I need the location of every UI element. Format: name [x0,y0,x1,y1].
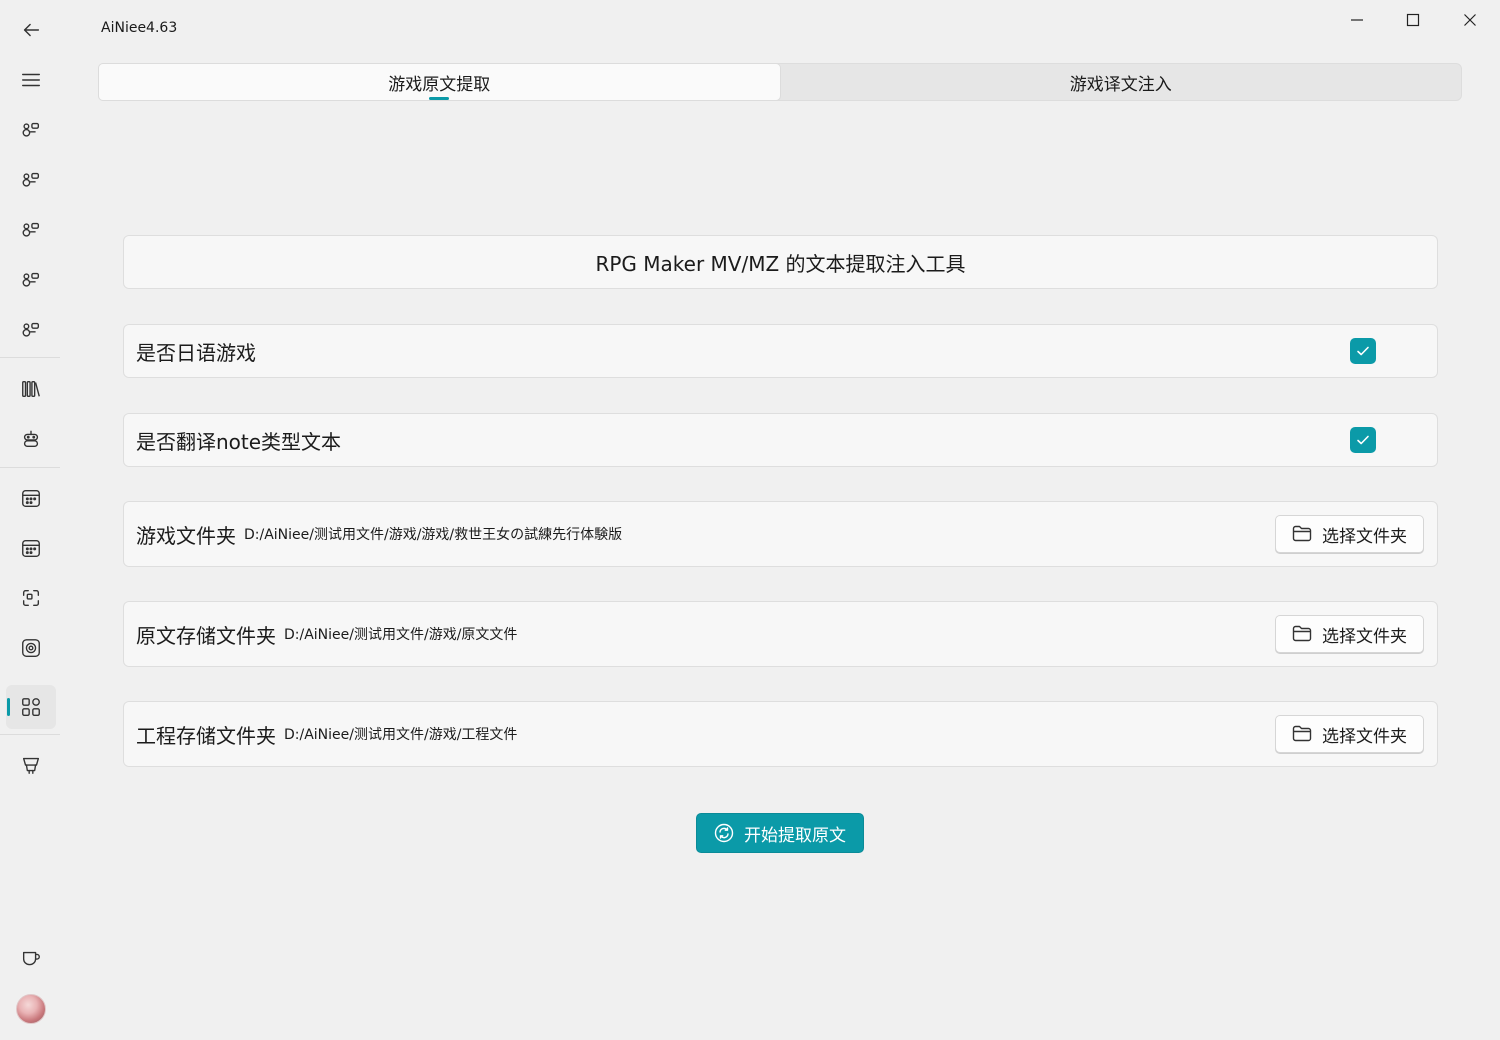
minimize-icon [1351,19,1363,21]
library-icon [22,380,40,398]
japanese-game-checkbox[interactable] [1350,338,1376,364]
back-button[interactable] [6,8,56,52]
api-icon [22,322,40,337]
sidebar-item-calendar-2[interactable] [6,526,56,570]
app-window: AiNiee4.63 游戏原文提取 游戏译文注入 RPG Maker MV/MZ… [0,0,1500,1040]
option-japanese-game: 是否日语游戏 [123,324,1438,378]
sidebar-item-scan[interactable] [6,576,56,620]
sidebar-item-robot[interactable] [6,417,56,461]
plugin-icon [22,757,40,774]
tab-bar: 游戏原文提取 游戏译文注入 [98,63,1462,101]
api-icon [22,172,40,187]
tab-label: 游戏原文提取 [388,74,491,95]
start-extract-button[interactable]: 开始提取原文 [696,813,864,853]
minimize-button[interactable] [1334,4,1380,36]
sync-icon [714,823,734,843]
folder-icon [1292,725,1312,742]
sidebar-divider [0,467,60,468]
sidebar-item-api-4[interactable] [6,258,56,302]
option-label: 是否翻译note类型文本 [136,429,342,454]
button-label: 选择文件夹 [1322,526,1407,547]
project-folder-row: 工程存储文件夹 D:/AiNiee/测试用文件/游戏/工程文件 选择文件夹 [123,701,1438,767]
folder-icon [1292,525,1312,542]
avatar[interactable] [16,994,46,1024]
sidebar-divider [0,357,60,358]
sidebar-item-support[interactable] [6,937,56,981]
tool-title-card: RPG Maker MV/MZ 的文本提取注入工具 [123,235,1438,289]
sidebar-item-api-1[interactable] [6,108,56,152]
apps-icon [22,698,40,716]
sidebar-item-api-2[interactable] [6,158,56,202]
option-label: 是否日语游戏 [136,340,256,365]
tab-extract[interactable]: 游戏原文提取 [98,63,781,101]
tab-inject[interactable]: 游戏译文注入 [781,64,1462,100]
select-game-folder-button[interactable]: 选择文件夹 [1275,515,1424,553]
check-icon [1357,435,1369,445]
robot-icon [23,430,39,448]
folder-path: D:/AiNiee/测试用文件/游戏/游戏/救世王女の試練先行体験版 [244,527,623,543]
start-button-label: 开始提取原文 [744,825,846,846]
sidebar-item-api-3[interactable] [6,208,56,252]
button-label: 选择文件夹 [1322,726,1407,747]
check-icon [1357,346,1369,356]
tab-label: 游戏译文注入 [1069,74,1172,95]
sidebar-item-calendar-1[interactable] [6,476,56,520]
arrow-left-icon [23,23,40,37]
sidebar [0,0,62,1040]
sidebar-item-library[interactable] [6,367,56,411]
folder-path: D:/AiNiee/测试用文件/游戏/工程文件 [284,727,518,743]
select-source-folder-button[interactable]: 选择文件夹 [1275,615,1424,653]
folder-label: 工程存储文件夹 [136,723,276,748]
close-icon [1464,14,1476,26]
source-folder-row: 原文存储文件夹 D:/AiNiee/测试用文件/游戏/原文文件 选择文件夹 [123,601,1438,667]
folder-icon [1292,625,1312,642]
game-folder-row: 游戏文件夹 D:/AiNiee/测试用文件/游戏/游戏/救世王女の試練先行体験版… [123,501,1438,567]
tab-active-indicator [429,97,450,100]
calendar-icon [22,539,40,557]
api-icon [22,222,40,237]
api-icon [22,272,40,287]
sidebar-item-api-5[interactable] [6,308,56,352]
target-icon [22,639,40,657]
close-button[interactable] [1447,4,1493,36]
calendar-icon [22,489,40,507]
menu-icon [22,73,40,87]
maximize-button[interactable] [1390,4,1436,36]
sidebar-divider [0,734,60,735]
folder-label: 游戏文件夹 [136,523,236,548]
tool-title: RPG Maker MV/MZ 的文本提取注入工具 [595,251,966,276]
sidebar-item-apps[interactable] [6,685,56,729]
maximize-icon [1406,13,1420,27]
api-icon [22,122,40,137]
coffee-icon [22,951,40,966]
menu-button[interactable] [6,58,56,102]
option-translate-note: 是否翻译note类型文本 [123,413,1438,467]
folder-path: D:/AiNiee/测试用文件/游戏/原文文件 [284,627,518,643]
sidebar-item-plugin[interactable] [6,743,56,787]
app-title: AiNiee4.63 [101,20,178,36]
button-label: 选择文件夹 [1322,626,1407,647]
sidebar-item-target[interactable] [6,626,56,670]
folder-label: 原文存储文件夹 [136,623,276,648]
scan-icon [22,589,40,607]
translate-note-checkbox[interactable] [1350,427,1376,453]
select-project-folder-button[interactable]: 选择文件夹 [1275,715,1424,753]
